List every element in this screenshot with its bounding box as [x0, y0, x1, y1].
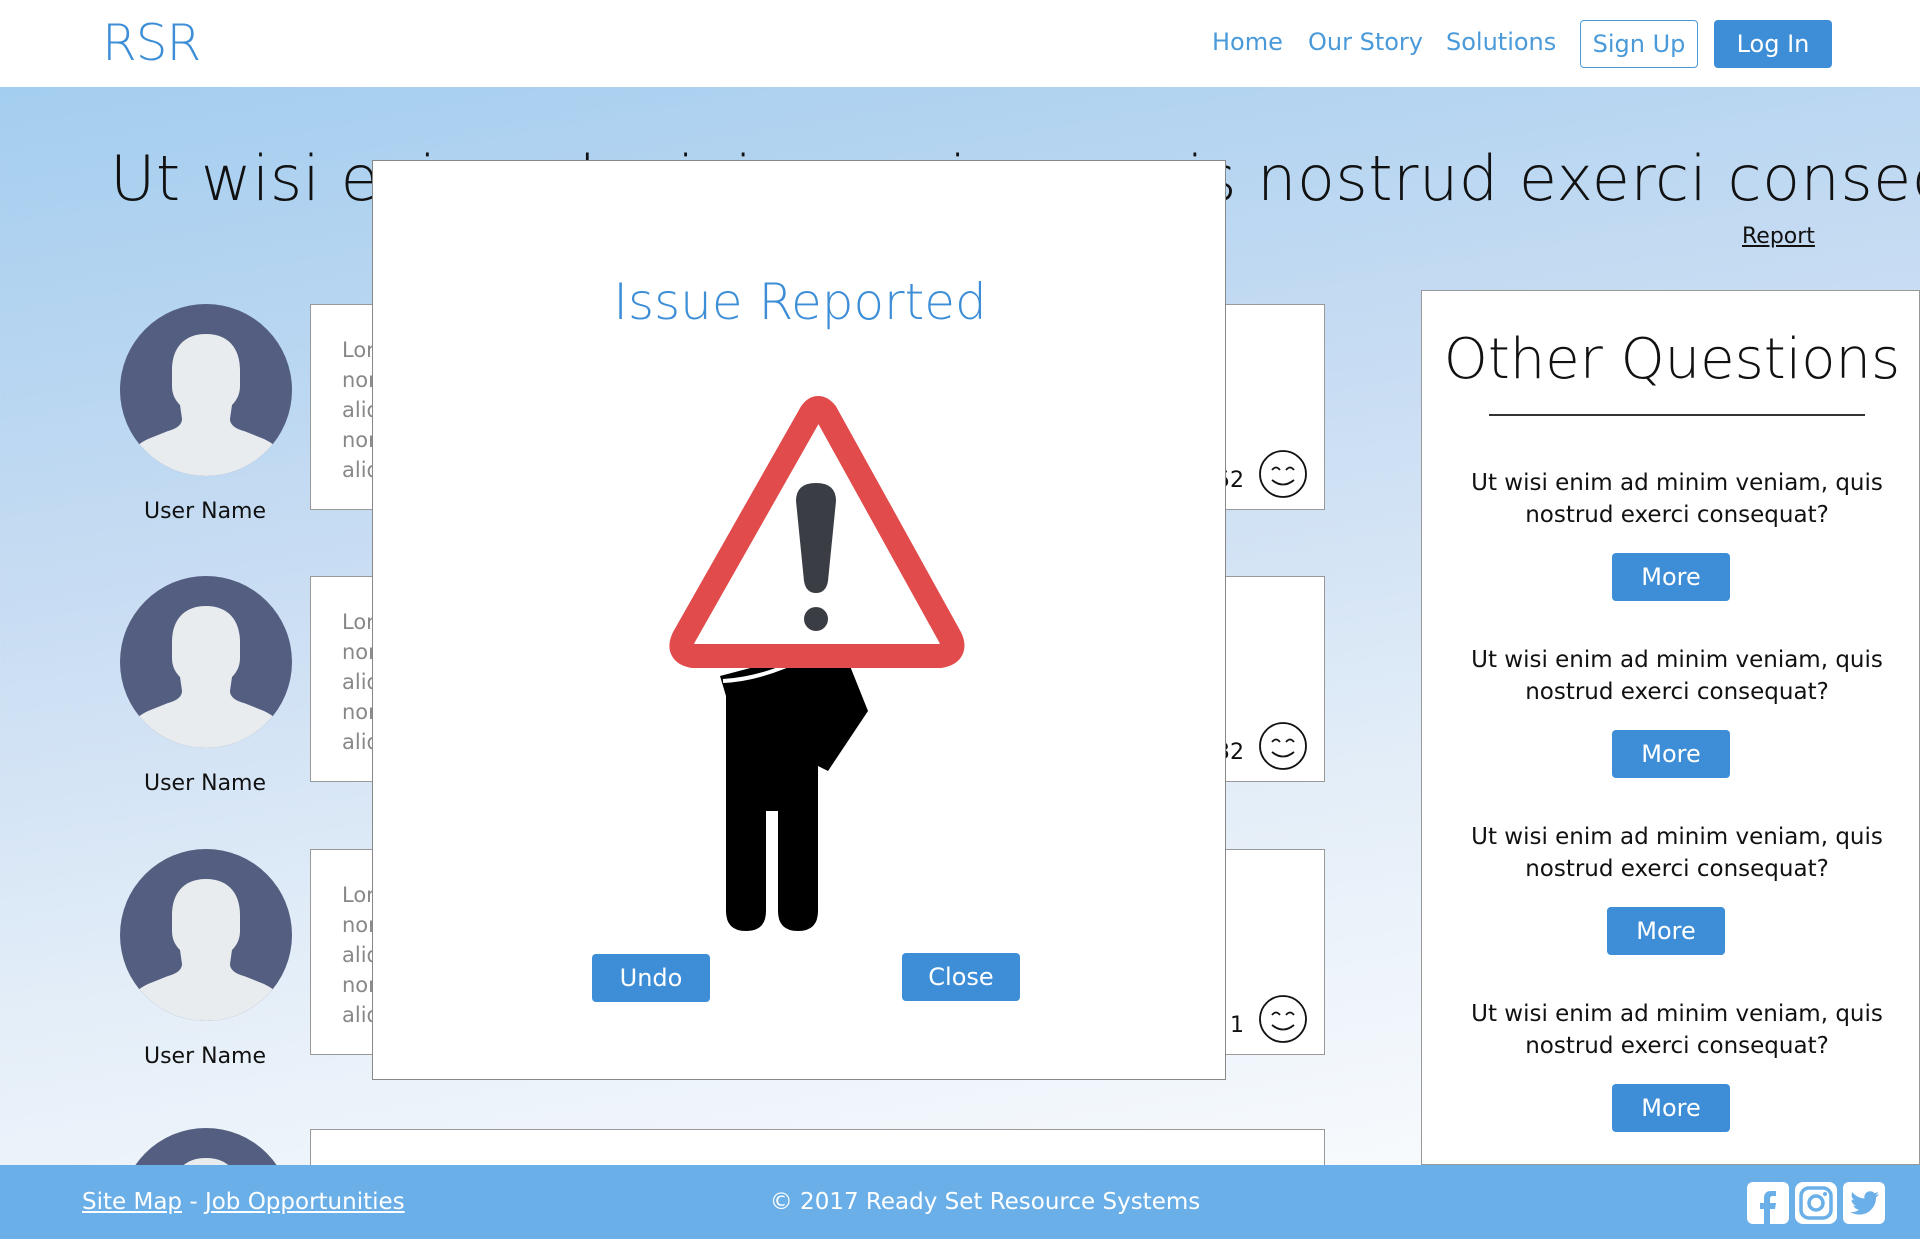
smiley-icon[interactable]: [1258, 449, 1308, 499]
other-question-text: Ut wisi enim ad minim veniam, quis nostr…: [1471, 824, 1883, 882]
site-footer: Site Map - Job Opportunities © 2017 Read…: [0, 1165, 1920, 1239]
more-button[interactable]: More: [1612, 553, 1730, 601]
issue-reported-modal: Issue Reported Undo Close: [372, 160, 1226, 1080]
more-button[interactable]: More: [1612, 730, 1730, 778]
avatar: [120, 576, 292, 748]
twitter-icon[interactable]: [1842, 1181, 1886, 1225]
nav-solutions[interactable]: Solutions: [1446, 28, 1556, 56]
logo[interactable]: RSR: [102, 14, 201, 72]
sign-up-button[interactable]: Sign Up: [1580, 20, 1698, 68]
warning-person-icon: [669, 396, 965, 931]
report-link[interactable]: Report: [1742, 224, 1815, 249]
copyright: © 2017 Ready Set Resource Systems: [769, 1189, 1201, 1215]
avatar: [120, 849, 292, 1021]
other-question-text: Ut wisi enim ad minim veniam, quis nostr…: [1471, 470, 1883, 528]
more-button[interactable]: More: [1612, 1084, 1730, 1132]
smiley-icon[interactable]: [1258, 721, 1308, 771]
user-name: User Name: [143, 499, 267, 524]
nav-our-story[interactable]: Our Story: [1308, 28, 1423, 56]
log-in-button[interactable]: Log In: [1714, 20, 1832, 68]
site-header: RSR Home Our Story Solutions Sign Up Log…: [0, 0, 1920, 87]
user-silhouette-icon: [132, 879, 280, 1021]
vote-count: 1: [1230, 1013, 1244, 1038]
avatar: [120, 304, 292, 476]
close-button[interactable]: Close: [902, 953, 1020, 1001]
user-silhouette-icon: [132, 334, 280, 476]
undo-button[interactable]: Undo: [592, 954, 710, 1002]
divider: [1489, 414, 1865, 416]
user-name: User Name: [143, 771, 267, 796]
instagram-icon[interactable]: [1794, 1181, 1838, 1225]
more-button[interactable]: More: [1607, 907, 1725, 955]
facebook-icon[interactable]: [1746, 1181, 1790, 1225]
user-silhouette-icon: [132, 606, 280, 748]
other-question-text: Ut wisi enim ad minim veniam, quis nostr…: [1471, 647, 1883, 705]
sidebar-title: Other Questions: [1443, 327, 1901, 392]
nav-home[interactable]: Home: [1212, 28, 1283, 56]
other-question-text: Ut wisi enim ad minim veniam, quis nostr…: [1471, 1001, 1883, 1059]
smiley-icon[interactable]: [1258, 994, 1308, 1044]
modal-title: Issue Reported: [613, 273, 987, 331]
user-name: User Name: [143, 1044, 267, 1069]
other-questions-sidebar: Other Questions Ut wisi enim ad minim ve…: [1421, 290, 1920, 1165]
